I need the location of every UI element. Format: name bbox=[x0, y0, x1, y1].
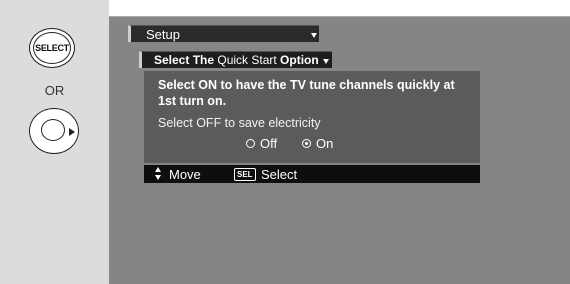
radio-on[interactable]: On bbox=[302, 136, 333, 151]
setup-menu-bar[interactable]: Setup bbox=[128, 25, 319, 42]
help-footer: Move SEL Select bbox=[144, 165, 480, 183]
radio-unchecked-icon bbox=[246, 139, 255, 148]
screen-top-edge bbox=[109, 16, 570, 17]
option-prefix: Select The bbox=[154, 53, 218, 67]
option-name: Quick Start bbox=[217, 53, 277, 67]
tv-screen: Setup Select The Quick Start Option Sele… bbox=[109, 16, 570, 284]
radio-off-label: Off bbox=[260, 136, 278, 151]
up-down-arrows-icon bbox=[155, 167, 161, 181]
setup-label: Setup bbox=[146, 27, 180, 42]
chevron-down-icon bbox=[311, 33, 317, 38]
option-title: Select The Quick Start Option bbox=[154, 53, 319, 67]
radio-checked-icon bbox=[302, 139, 311, 148]
radio-off[interactable]: Off bbox=[246, 136, 277, 151]
or-label: OR bbox=[44, 83, 65, 98]
remote-panel: SELECT OR bbox=[0, 0, 109, 284]
quick-start-option-bar[interactable]: Select The Quick Start Option bbox=[139, 51, 332, 68]
right-arrow-button[interactable] bbox=[29, 108, 79, 154]
message-on: Select ON to have the TV tune channels q… bbox=[158, 78, 455, 108]
option-suffix: Option bbox=[276, 53, 319, 67]
nav-ring-icon bbox=[41, 119, 65, 141]
quick-start-dialog: Select ON to have the TV tune channels q… bbox=[144, 71, 480, 163]
radio-on-label: On bbox=[316, 136, 334, 151]
move-label: Move bbox=[169, 167, 201, 182]
select-button-label: SELECT bbox=[33, 32, 71, 64]
message-off: Select OFF to save electricity bbox=[158, 116, 321, 130]
right-arrow-icon bbox=[69, 128, 75, 136]
chevron-down-icon bbox=[323, 59, 329, 64]
sel-key-icon: SEL bbox=[234, 168, 256, 181]
select-button[interactable]: SELECT bbox=[29, 28, 75, 68]
select-hint-label: Select bbox=[261, 167, 298, 182]
